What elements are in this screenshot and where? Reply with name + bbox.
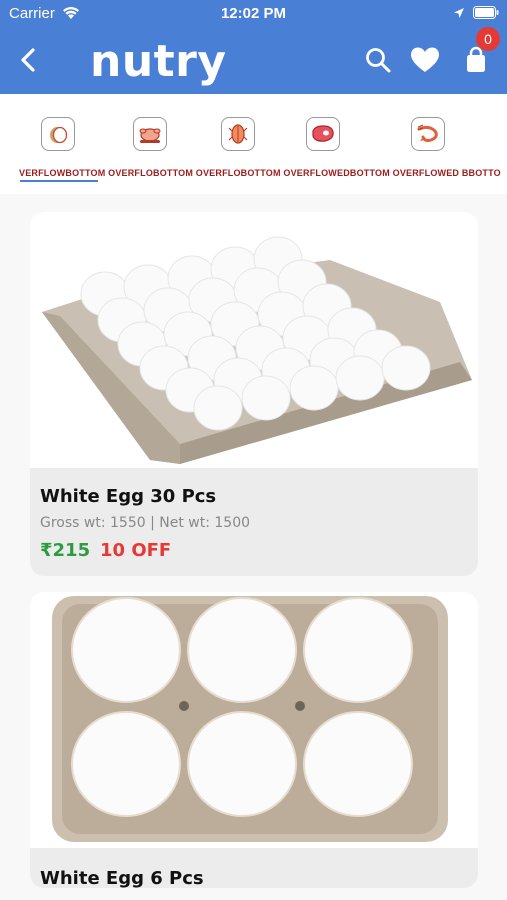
product-price: ₹215 xyxy=(40,540,91,561)
product-image xyxy=(30,212,478,468)
product-weight: Gross wt: 1550 | Net wt: 1500 xyxy=(40,515,251,531)
prawn-icon xyxy=(417,124,438,143)
fish-icon xyxy=(228,124,248,144)
category-chicken[interactable] xyxy=(133,117,167,151)
category-prawn[interactable] xyxy=(411,117,445,151)
status-bar: Carrier 12:02 PM xyxy=(0,0,507,28)
cart-count-badge: 0 xyxy=(476,27,500,51)
egg-tray-30-image xyxy=(42,236,472,464)
battery-icon xyxy=(473,6,499,19)
egg-icon xyxy=(50,126,68,144)
product-card[interactable]: White Egg 6 Pcs xyxy=(30,592,478,888)
category-meat[interactable] xyxy=(306,117,340,151)
category-egg[interactable] xyxy=(41,117,75,151)
app-header: Carrier 12:02 PM nutry 0 xyxy=(0,0,507,94)
product-name: White Egg 30 Pcs xyxy=(40,486,217,507)
product-card[interactable]: White Egg 30 Pcs Gross wt: 1550 | Net wt… xyxy=(30,212,478,576)
category-fish[interactable] xyxy=(221,117,255,151)
product-name: White Egg 6 Pcs xyxy=(40,868,204,888)
app-title: nutry xyxy=(90,36,227,87)
meat-icon xyxy=(312,125,334,142)
clock: 12:02 PM xyxy=(220,5,287,22)
selected-category-indicator xyxy=(20,180,98,182)
location-arrow-icon xyxy=(454,8,464,18)
chicken-icon xyxy=(139,128,161,143)
heart-icon[interactable] xyxy=(410,46,440,74)
product-image xyxy=(30,592,478,848)
product-discount: 10 OFF xyxy=(100,540,172,561)
back-icon[interactable] xyxy=(16,44,40,76)
egg-tray-6-image xyxy=(52,596,448,842)
category-overflow-labels: VERFLOWBOTTOM OVERFLOBOTTOM OVERFLOBOTTO… xyxy=(19,168,501,178)
search-icon[interactable] xyxy=(364,46,392,74)
